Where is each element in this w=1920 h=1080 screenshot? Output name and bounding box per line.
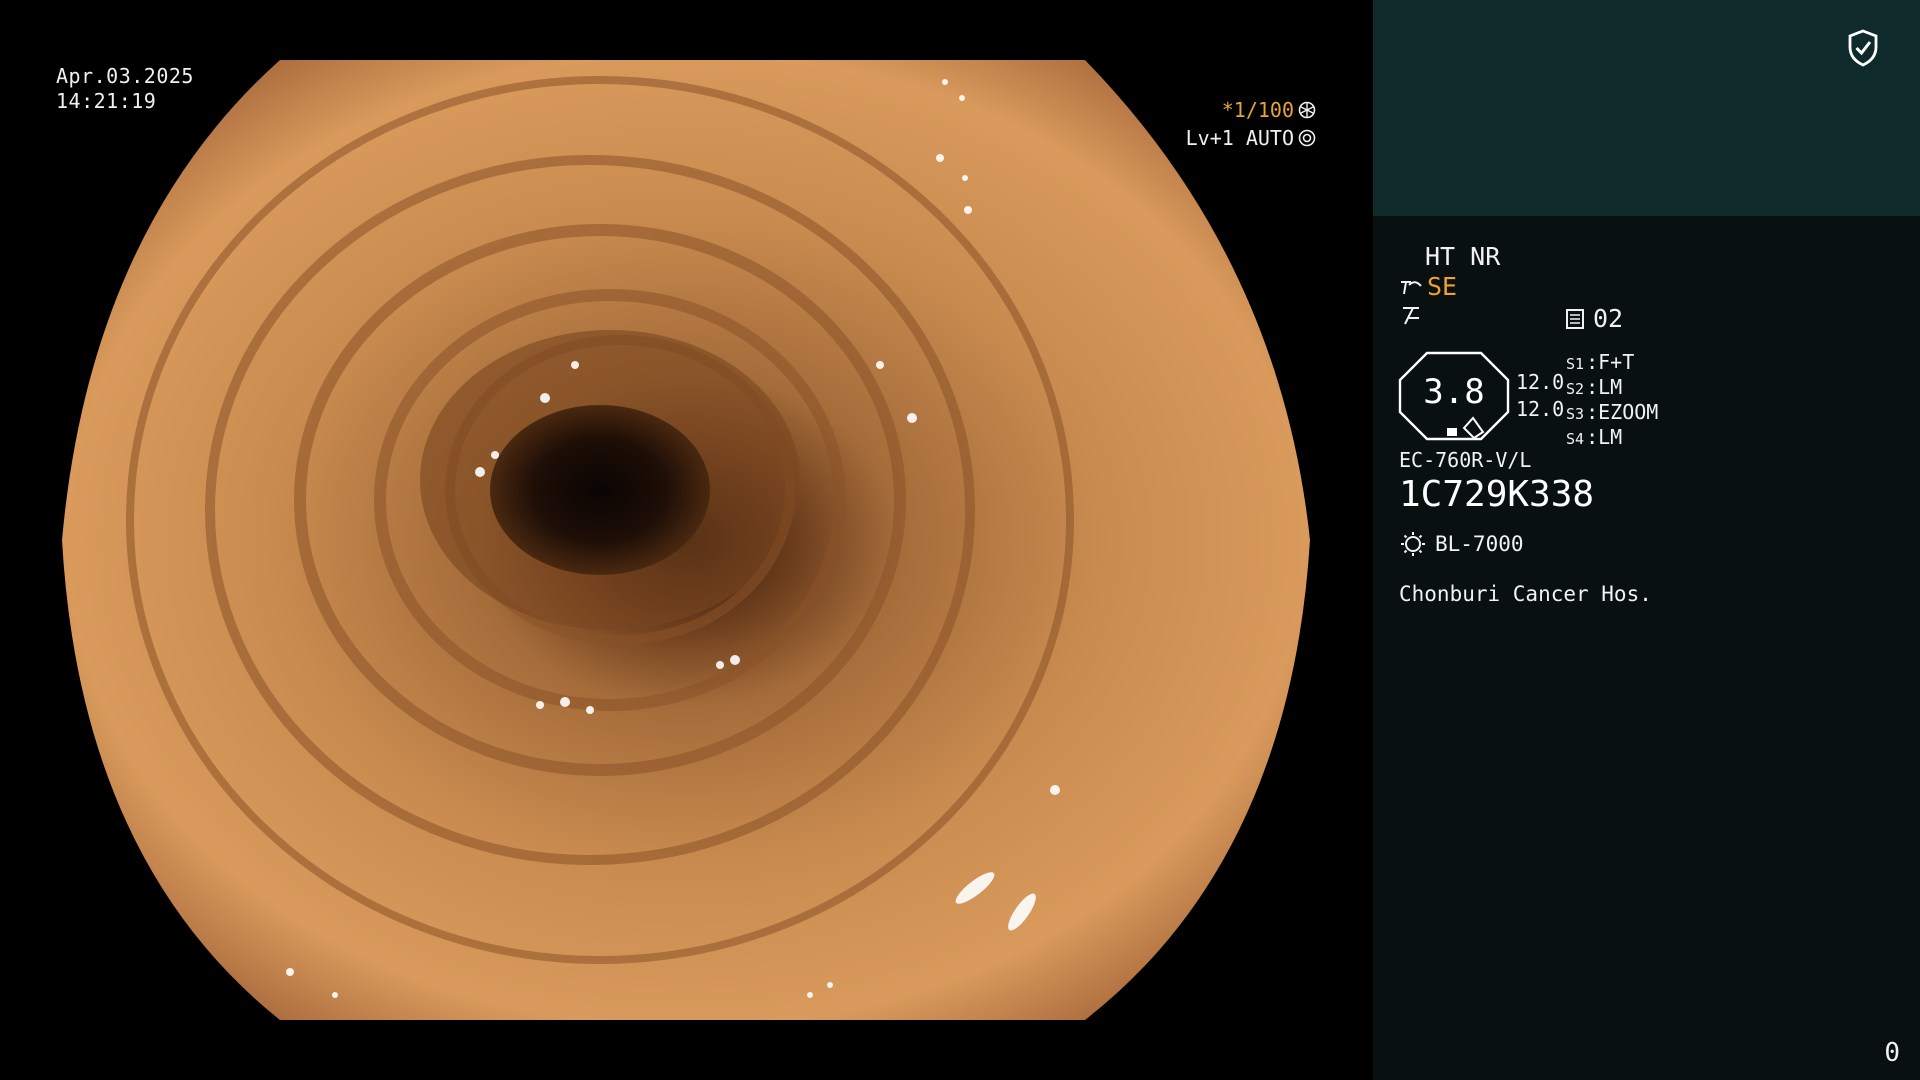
switch-row: S1:F+T xyxy=(1566,350,1635,374)
memory-row: 02 xyxy=(1565,304,1623,333)
switch-value: LM xyxy=(1598,425,1623,449)
aperture-icon xyxy=(1298,101,1316,119)
enhancement-row xyxy=(1399,304,1423,332)
time-text: 14:21:19 xyxy=(56,89,157,113)
light-source-row: BL-7000 xyxy=(1399,530,1524,558)
switch-value: LM xyxy=(1598,375,1623,399)
iris-icon xyxy=(1298,129,1316,147)
se-row: SE xyxy=(1399,272,1457,301)
switch-value: EZOOM xyxy=(1598,400,1659,424)
shield-check-icon xyxy=(1848,29,1878,67)
endoscopic-image xyxy=(62,60,1310,1020)
light-source-icon xyxy=(1401,532,1425,556)
frame-counter: 0 xyxy=(1884,1038,1900,1068)
scope-model: EC-760R-V/L xyxy=(1399,448,1532,472)
hospital-name: Chonburi Cancer Hos. xyxy=(1399,582,1652,606)
endoscope-video: Apr.03.2025 14:21:19 *1/100 Lv+1 AUTO xyxy=(0,0,1373,1080)
switch-row: S2:LM xyxy=(1566,375,1623,399)
switch-key: S1 xyxy=(1566,355,1585,373)
se-label: SE xyxy=(1427,272,1458,301)
switch-value: F+T xyxy=(1598,350,1635,374)
value-1: 12.0 xyxy=(1516,370,1565,394)
zoom-value: 3.8 xyxy=(1423,372,1485,412)
switch-row: S3:EZOOM xyxy=(1566,400,1659,424)
date-text: Apr.03.2025 xyxy=(56,64,194,88)
date-time: Apr.03.2025 14:21:19 xyxy=(56,64,194,114)
light-source-text: BL-7000 xyxy=(1435,532,1524,556)
memory-value: 02 xyxy=(1593,304,1624,333)
panel-header xyxy=(1373,0,1920,216)
scope-serial: 1C729K338 xyxy=(1399,474,1595,515)
switch-key: S2 xyxy=(1566,380,1585,398)
shutter-text: *1/100 xyxy=(1221,98,1294,122)
level-indicator: Lv+1 AUTO xyxy=(1186,126,1316,150)
structure-enhance-icon xyxy=(1401,280,1422,294)
memory-icon xyxy=(1566,308,1584,329)
enhancement-icon xyxy=(1403,307,1419,325)
shutter-indicator: *1/100 xyxy=(1222,98,1316,122)
switch-key: S3 xyxy=(1566,405,1585,423)
ht-nr-label: HT NR xyxy=(1425,242,1501,271)
value-2: 12.0 xyxy=(1516,397,1565,421)
switch-key: S4 xyxy=(1566,430,1585,448)
status-panel: HT NR SE 02 3.8 12.0 12.0 S1:F+T S2:LM S… xyxy=(1373,0,1920,1080)
level-text: Lv+1 AUTO xyxy=(1185,126,1294,150)
switch-row: S4:LM xyxy=(1566,425,1623,449)
